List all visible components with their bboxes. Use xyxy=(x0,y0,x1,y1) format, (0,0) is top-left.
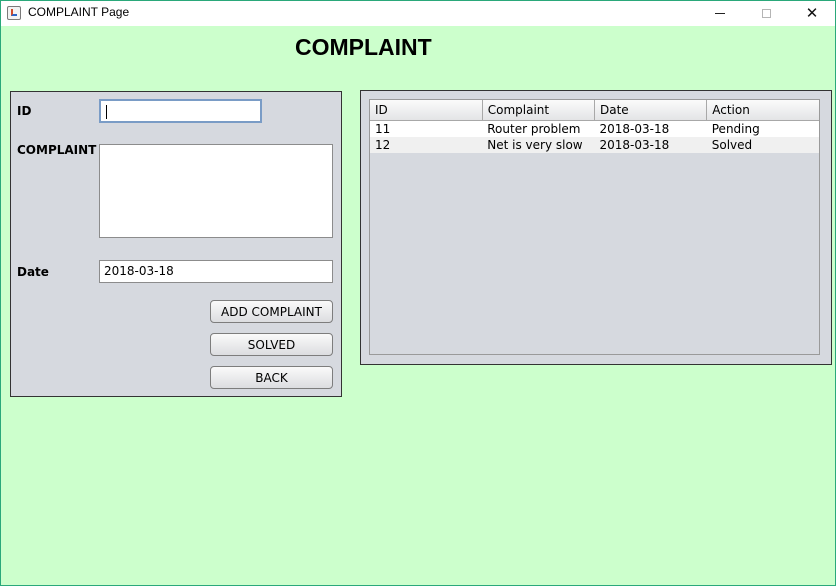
table-header-row: ID Complaint Date Action xyxy=(370,100,819,121)
table-row[interactable]: 11 Router problem 2018-03-18 Pending xyxy=(370,120,819,137)
window-title: COMPLAINT Page xyxy=(28,5,130,19)
date-input[interactable]: 2018-03-18 xyxy=(99,260,333,283)
complaints-table: ID Complaint Date Action 11 Router probl… xyxy=(370,100,819,153)
id-input[interactable] xyxy=(99,99,262,123)
java-app-icon xyxy=(7,6,21,20)
cell-date: 2018-03-18 xyxy=(594,137,707,153)
id-label: ID xyxy=(17,104,32,118)
add-complaint-button[interactable]: ADD COMPLAINT xyxy=(210,300,333,323)
cell-action: Pending xyxy=(706,120,819,137)
page-title: COMPLAINT xyxy=(295,34,432,60)
close-icon: ✕ xyxy=(805,4,819,22)
complaint-label: COMPLAINT xyxy=(17,143,97,157)
solved-button[interactable]: SOLVED xyxy=(210,333,333,356)
complaint-form-panel: ID COMPLAINT Date 2018-03-18 ADD COMPLAI… xyxy=(10,91,342,397)
cell-id: 11 xyxy=(370,120,483,137)
cell-id: 12 xyxy=(370,137,483,153)
complaints-table-panel: ID Complaint Date Action 11 Router probl… xyxy=(360,90,832,365)
back-button[interactable]: BACK xyxy=(210,366,333,389)
complaint-textarea[interactable] xyxy=(99,144,333,238)
maximize-icon xyxy=(761,9,771,18)
close-button[interactable]: ✕ xyxy=(789,1,835,26)
minimize-icon xyxy=(715,13,725,14)
cell-action: Solved xyxy=(706,137,819,153)
cell-complaint: Net is very slow xyxy=(482,137,595,153)
complaint-window: COMPLAINT Page ✕ COMPLAINT ID COMPLAINT … xyxy=(0,0,836,586)
cell-complaint: Router problem xyxy=(482,120,595,137)
cell-date: 2018-03-18 xyxy=(594,120,707,137)
text-caret xyxy=(106,105,107,119)
maximize-button[interactable] xyxy=(743,1,789,26)
date-label: Date xyxy=(17,265,49,279)
title-bar[interactable]: COMPLAINT Page ✕ xyxy=(1,1,835,26)
minimize-button[interactable] xyxy=(697,1,743,26)
column-header-date[interactable]: Date xyxy=(594,100,708,121)
table-scroll-pane[interactable]: ID Complaint Date Action 11 Router probl… xyxy=(369,99,820,355)
table-row[interactable]: 12 Net is very slow 2018-03-18 Solved xyxy=(370,137,819,153)
column-header-complaint[interactable]: Complaint xyxy=(482,100,596,121)
column-header-action[interactable]: Action xyxy=(706,100,819,121)
column-header-id[interactable]: ID xyxy=(370,100,483,121)
